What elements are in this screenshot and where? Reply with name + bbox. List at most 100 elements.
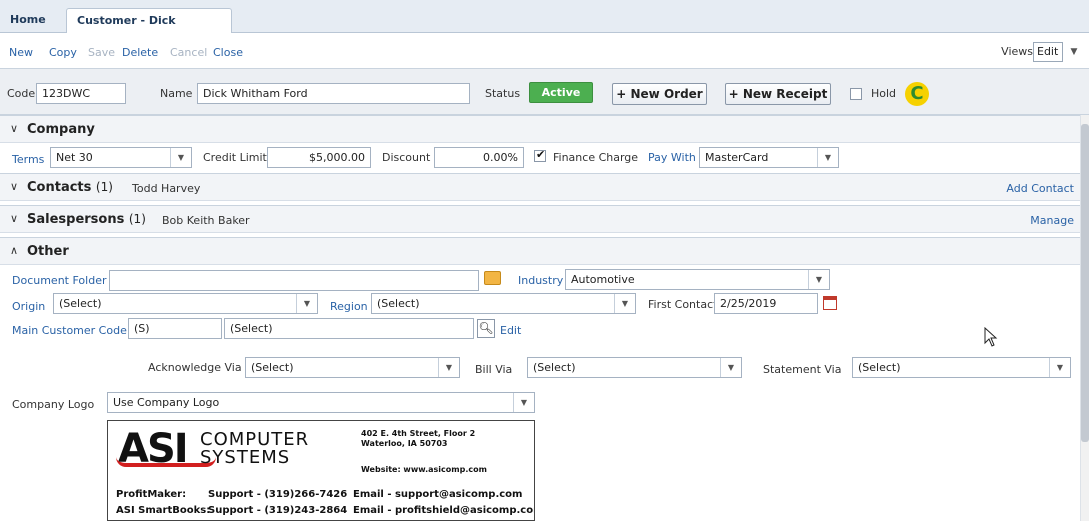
bill-via-value: (Select) xyxy=(533,361,576,374)
chevron-down-icon: ∨ xyxy=(10,180,19,193)
chevron-down-icon: ∨ xyxy=(10,122,19,135)
tab-home-label: Home xyxy=(10,13,46,26)
origin-select[interactable]: (Select) ▼ xyxy=(53,293,318,314)
new-button[interactable]: New xyxy=(9,46,33,59)
scrollbar-thumb[interactable] xyxy=(1081,124,1089,442)
finance-charge-checkbox[interactable] xyxy=(534,148,546,162)
logo-address-1: 402 E. 4th Street, Floor 2 xyxy=(361,429,476,438)
section-other-title: Other xyxy=(27,244,69,259)
chevron-down-icon: ▼ xyxy=(296,294,317,313)
delete-button[interactable]: Delete xyxy=(122,46,158,59)
tab-home[interactable]: Home xyxy=(0,8,56,33)
bill-via-select[interactable]: (Select) ▼ xyxy=(527,357,742,378)
toolbar: New Copy Save Delete Cancel Close Views … xyxy=(0,33,1089,69)
mouse-cursor-icon xyxy=(984,327,998,347)
main-customer-code-input[interactable]: (S) xyxy=(128,318,222,339)
new-order-button[interactable]: + New Order xyxy=(612,83,707,105)
support-phone-1: Support - (319)266-7426 xyxy=(208,489,348,500)
views-select[interactable]: Edit xyxy=(1033,42,1063,62)
cancel-button[interactable]: Cancel xyxy=(170,46,207,59)
statement-via-label: Statement Via xyxy=(763,363,842,376)
section-salespersons[interactable]: ∨ Salespersons (1) Bob Keith Baker Manag… xyxy=(0,205,1080,233)
credit-limit-input[interactable]: $5,000.00 xyxy=(267,147,371,168)
company-logo-image: ASI COMPUTER SYSTEMS 402 E. 4th Street, F… xyxy=(107,420,535,521)
main-customer-code-link[interactable]: Main Customer Code xyxy=(12,324,127,337)
chevron-down-icon: ▼ xyxy=(808,270,829,289)
asi-word-2: SYSTEMS xyxy=(200,447,291,468)
chevron-down-icon: ▼ xyxy=(1049,358,1070,377)
industry-select[interactable]: Automotive ▼ xyxy=(565,269,830,290)
name-input[interactable]: Dick Whitham Ford xyxy=(197,83,470,104)
pay-with-link[interactable]: Pay With xyxy=(648,151,696,164)
views-label: Views xyxy=(1001,45,1033,58)
search-icon[interactable]: 🔍︎ xyxy=(477,319,495,338)
statement-via-select[interactable]: (Select) ▼ xyxy=(852,357,1071,378)
section-salespersons-title: Salespersons (1) xyxy=(27,212,146,227)
save-button[interactable]: Save xyxy=(88,46,115,59)
app-logo-icon[interactable]: C xyxy=(905,82,929,106)
document-folder-input[interactable] xyxy=(109,270,479,291)
copy-button[interactable]: Copy xyxy=(49,46,77,59)
origin-value: (Select) xyxy=(59,297,102,310)
origin-link[interactable]: Origin xyxy=(12,300,45,313)
close-button[interactable]: Close xyxy=(213,46,243,59)
code-label: Code xyxy=(7,87,36,100)
section-contacts[interactable]: ∨ Contacts (1) Todd Harvey Add Contact xyxy=(0,173,1080,201)
company-logo-label: Company Logo xyxy=(12,398,95,411)
tab-customer[interactable]: Customer - Dick Whi..✖ xyxy=(66,8,232,51)
first-contact-input[interactable]: 2/25/2019 xyxy=(714,293,818,314)
credit-limit-label: Credit Limit xyxy=(203,151,267,164)
salespersons-count: (1) xyxy=(128,212,146,226)
first-contact-label: First Contact xyxy=(648,298,718,311)
logo-address-2: Waterloo, IA 50703 xyxy=(361,439,448,448)
contacts-summary: Todd Harvey xyxy=(132,182,201,195)
folder-icon[interactable] xyxy=(484,271,501,285)
acknowledge-via-label: Acknowledge Via xyxy=(148,361,242,374)
manage-link[interactable]: Manage xyxy=(1030,214,1074,227)
region-value: (Select) xyxy=(377,297,420,310)
calendar-icon[interactable] xyxy=(823,296,837,310)
main-customer-select[interactable]: (Select) xyxy=(224,318,474,339)
chevron-down-icon[interactable]: ▼ xyxy=(1065,42,1083,62)
hold-checkbox[interactable] xyxy=(850,88,862,100)
discount-label: Discount xyxy=(382,151,431,164)
salespersons-summary: Bob Keith Baker xyxy=(162,214,250,227)
support-phone-2: Support - (319)243-2864 xyxy=(208,505,348,516)
document-folder-link[interactable]: Document Folder xyxy=(12,274,106,287)
section-other[interactable]: ∧ Other xyxy=(0,237,1080,265)
logo-website: Website: www.asicomp.com xyxy=(361,465,487,474)
acknowledge-via-select[interactable]: (Select) ▼ xyxy=(245,357,460,378)
support-product-2: ASI SmartBooks: xyxy=(116,505,211,516)
chevron-down-icon: ▼ xyxy=(170,148,191,167)
industry-link[interactable]: Industry xyxy=(518,274,563,287)
support-email-1: Email - support@asicomp.com xyxy=(353,489,523,500)
chevron-down-icon: ▼ xyxy=(513,393,534,412)
terms-select[interactable]: Net 30 ▼ xyxy=(50,147,192,168)
asi-logo-text: COMPUTER SYSTEMS xyxy=(200,431,309,467)
contacts-count: (1) xyxy=(95,180,113,194)
statement-via-value: (Select) xyxy=(858,361,901,374)
salespersons-title-text: Salespersons xyxy=(27,212,125,227)
pay-with-select[interactable]: MasterCard ▼ xyxy=(699,147,839,168)
chevron-down-icon: ▼ xyxy=(614,294,635,313)
acknowledge-value: (Select) xyxy=(251,361,294,374)
add-contact-link[interactable]: Add Contact xyxy=(1006,182,1074,195)
terms-link[interactable]: Terms xyxy=(12,153,44,166)
discount-input[interactable]: 0.00% xyxy=(434,147,524,168)
section-company-title: Company xyxy=(27,122,95,137)
code-input[interactable]: 123DWC xyxy=(36,83,126,104)
pay-with-value: MasterCard xyxy=(705,151,769,164)
region-link[interactable]: Region xyxy=(330,300,368,313)
support-product-1: ProfitMaker: xyxy=(116,489,187,500)
terms-value: Net 30 xyxy=(56,151,93,164)
edit-link[interactable]: Edit xyxy=(500,324,521,337)
section-company[interactable]: ∨ Company xyxy=(0,115,1080,143)
finance-charge-label: Finance Charge xyxy=(553,151,639,164)
support-line-1: ProfitMaker: Support - (319)266-7426 Email… xyxy=(116,489,522,500)
chevron-down-icon: ▼ xyxy=(438,358,459,377)
new-receipt-button[interactable]: + New Receipt xyxy=(725,83,831,105)
status-badge[interactable]: Active xyxy=(529,82,593,103)
chevron-up-icon: ∧ xyxy=(10,244,19,257)
region-select[interactable]: (Select) ▼ xyxy=(371,293,636,314)
company-logo-select[interactable]: Use Company Logo ▼ xyxy=(107,392,535,413)
